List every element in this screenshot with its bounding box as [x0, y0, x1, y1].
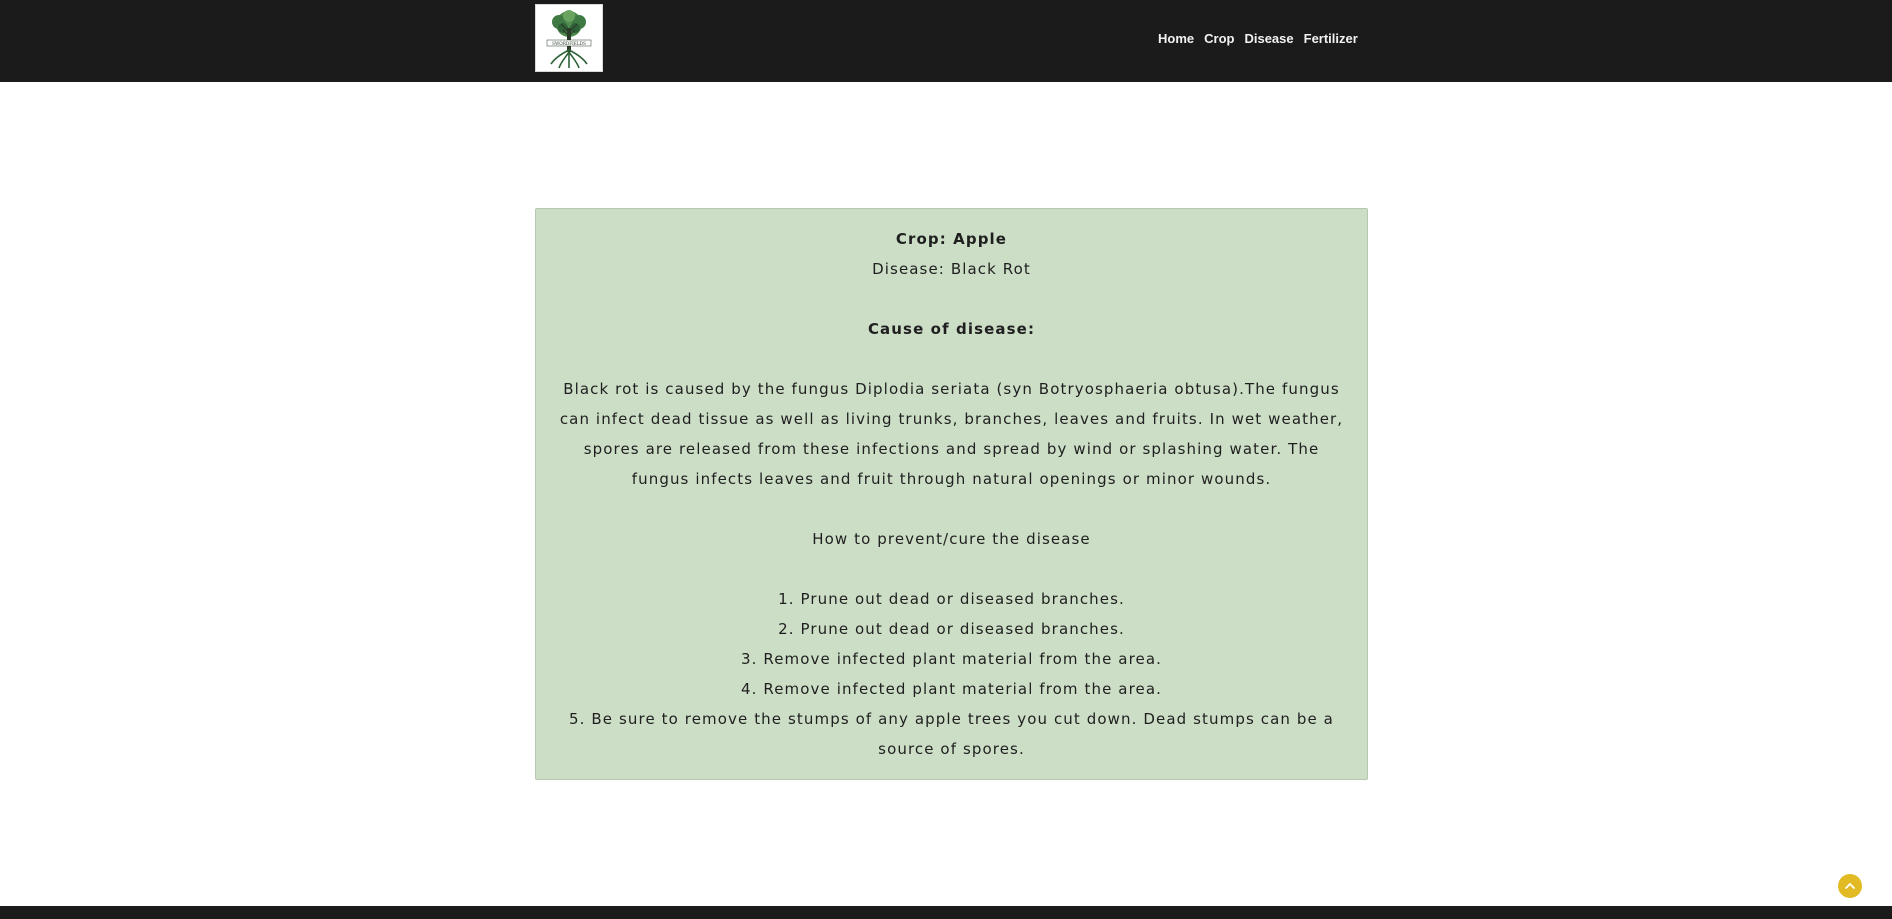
cause-heading: Cause of disease:	[867, 320, 1036, 338]
prevention-heading: How to prevent/cure the disease	[812, 530, 1091, 548]
logo-wordmark: SWORDFIELDS	[552, 41, 586, 46]
prevention-step: 3. Remove infected plant material from t…	[740, 650, 1163, 668]
prevention-step: 5. Be sure to remove the stumps of any a…	[569, 710, 1334, 758]
brand-logo[interactable]: SWORDFIELDS	[535, 4, 603, 72]
scroll-to-top-button[interactable]	[1838, 874, 1862, 898]
nav-fertilizer[interactable]: Fertilizer	[1304, 30, 1358, 48]
chevron-up-icon	[1845, 883, 1855, 889]
main-nav: Home Crop Disease Fertilizer	[1158, 30, 1358, 48]
navbar: SWORDFIELDS Home Crop Disease Fertilizer	[0, 0, 1892, 82]
nav-disease[interactable]: Disease	[1244, 30, 1293, 48]
disease-name: Disease: Black Rot	[872, 260, 1031, 278]
cause-description: Black rot is caused by the fungus Diplod…	[559, 380, 1344, 488]
nav-home[interactable]: Home	[1158, 30, 1194, 48]
footer	[0, 906, 1892, 919]
prevention-step: 1. Prune out dead or diseased branches.	[778, 590, 1125, 608]
tree-logo-icon: SWORDFIELDS	[546, 10, 592, 69]
prevention-step: 4. Remove infected plant material from t…	[740, 680, 1163, 698]
nav-crop[interactable]: Crop	[1204, 30, 1234, 48]
disease-result-card: Crop: Apple Disease: Black Rot Cause of …	[535, 208, 1368, 780]
prevention-step: 2. Prune out dead or diseased branches.	[778, 620, 1125, 638]
crop-name: Crop: Apple	[895, 230, 1008, 248]
